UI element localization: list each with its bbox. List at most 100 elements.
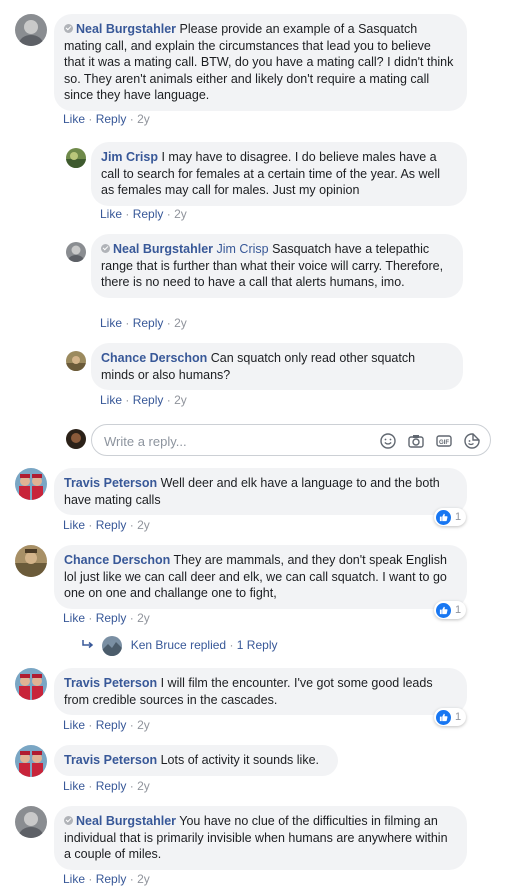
- like-link[interactable]: Like: [100, 393, 122, 407]
- reply-link[interactable]: Reply: [133, 393, 164, 407]
- reaction-number: 1: [455, 511, 462, 523]
- separator: ·: [88, 518, 93, 532]
- comment-author[interactable]: Jim Crisp: [101, 150, 158, 164]
- separator: ·: [129, 611, 134, 625]
- svg-text:GIF: GIF: [439, 440, 449, 446]
- reply-link[interactable]: Reply: [96, 518, 127, 532]
- comment-bubble: Chance Derschon Can squatch only read ot…: [91, 343, 463, 390]
- reply-input[interactable]: [102, 431, 376, 451]
- comment-bubble: Travis Peterson Well deer and elk have a…: [54, 468, 467, 515]
- timestamp[interactable]: 2y: [137, 611, 150, 625]
- separator: ·: [129, 779, 134, 793]
- comment-author[interactable]: Travis Peterson: [64, 753, 157, 767]
- separator: ·: [129, 518, 134, 532]
- comment-bubble: Neal Burgstahler Please provide an examp…: [54, 14, 467, 111]
- comment-author[interactable]: Chance Derschon: [101, 351, 207, 365]
- comment-actions: Like · Reply · 2y: [63, 779, 150, 793]
- comment-author[interactable]: Travis Peterson: [64, 476, 157, 490]
- reply-link[interactable]: Reply: [133, 316, 164, 330]
- reply-link[interactable]: Reply: [96, 718, 127, 732]
- timestamp[interactable]: 2y: [137, 718, 150, 732]
- replied-verb: replied: [190, 638, 227, 653]
- reply-link[interactable]: Reply: [133, 207, 164, 221]
- separator: ·: [88, 611, 93, 625]
- like-link[interactable]: Like: [63, 518, 85, 532]
- like-link[interactable]: Like: [63, 779, 85, 793]
- tagged-user[interactable]: Jim Crisp: [217, 242, 269, 256]
- avatar-ken: [102, 636, 123, 656]
- reaction-count[interactable]: 1: [434, 601, 467, 619]
- separator: ·: [166, 207, 171, 221]
- timestamp[interactable]: 2y: [137, 112, 150, 126]
- reaction-count[interactable]: 1: [434, 708, 467, 726]
- comment-author[interactable]: Travis Peterson: [64, 676, 157, 690]
- comment-bubble: Jim Crisp I may have to disagree. I do b…: [91, 142, 467, 206]
- avatar-travis[interactable]: [15, 468, 47, 500]
- reply-link[interactable]: Reply: [96, 112, 127, 126]
- replied-author[interactable]: Ken Bruce: [131, 638, 187, 652]
- timestamp[interactable]: 2y: [174, 207, 187, 221]
- reply-link[interactable]: Reply: [96, 611, 127, 625]
- avatar-travis[interactable]: [15, 745, 47, 777]
- separator: ·: [229, 638, 234, 653]
- avatar-chance[interactable]: [15, 545, 47, 577]
- timestamp[interactable]: 2y: [137, 779, 150, 793]
- avatar-chance[interactable]: [66, 351, 86, 371]
- reply-link[interactable]: Reply: [96, 779, 127, 793]
- comment-actions: Like · Reply · 2y: [63, 112, 150, 126]
- like-link[interactable]: Like: [63, 112, 85, 126]
- like-reaction-icon: [436, 602, 451, 618]
- like-link[interactable]: Like: [63, 872, 85, 886]
- separator: ·: [129, 112, 134, 126]
- comment-actions: Like · Reply · 2y: [100, 207, 187, 221]
- reply-count[interactable]: 1 Reply: [237, 638, 278, 652]
- separator: ·: [125, 393, 130, 407]
- separator: ·: [129, 872, 134, 886]
- like-link[interactable]: Like: [100, 207, 122, 221]
- comment-bubble: Chance Derschon They are mammals, and th…: [54, 545, 467, 609]
- comment-bubble: Neal Burgstahler You have no clue of the…: [54, 806, 467, 870]
- comment-author[interactable]: Neal Burgstahler: [76, 22, 176, 36]
- separator: ·: [166, 393, 171, 407]
- comment-text: Lots of activity it sounds like.: [160, 753, 319, 767]
- reaction-count[interactable]: 1: [434, 508, 467, 526]
- separator: ·: [88, 718, 93, 732]
- comment-actions: Like · Reply · 2y: [63, 611, 150, 625]
- separator: ·: [129, 718, 134, 732]
- comment-actions: Like · Reply · 2y: [63, 518, 150, 532]
- verified-badge-icon: [64, 816, 73, 825]
- comment-actions: Like · Reply · 2y: [100, 316, 187, 330]
- avatar-travis[interactable]: [15, 668, 47, 700]
- like-link[interactable]: Like: [63, 718, 85, 732]
- comment-author[interactable]: Neal Burgstahler: [76, 814, 176, 828]
- verified-badge-icon: [64, 24, 73, 33]
- like-reaction-icon: [436, 509, 451, 525]
- gif-icon[interactable]: GIF: [435, 432, 453, 450]
- reaction-number: 1: [455, 711, 462, 723]
- avatar-neal[interactable]: [15, 806, 47, 838]
- comment-author[interactable]: Chance Derschon: [64, 553, 170, 567]
- sticker-icon[interactable]: [463, 432, 481, 450]
- avatar-jim[interactable]: [66, 148, 86, 168]
- timestamp[interactable]: 2y: [137, 518, 150, 532]
- camera-icon[interactable]: [407, 432, 425, 450]
- reply-composer[interactable]: GIF: [91, 424, 491, 456]
- avatar-neal[interactable]: [15, 14, 47, 46]
- reply-link[interactable]: Reply: [96, 872, 127, 886]
- emoji-icon[interactable]: [379, 432, 397, 450]
- timestamp[interactable]: 2y: [174, 316, 187, 330]
- collapsed-replies[interactable]: Ken Bruce replied · 1 Reply: [82, 636, 277, 656]
- avatar-current-user: [66, 429, 86, 449]
- reply-arrow-icon: [82, 639, 94, 653]
- reaction-number: 1: [455, 604, 462, 616]
- like-link[interactable]: Like: [63, 611, 85, 625]
- timestamp[interactable]: 2y: [137, 872, 150, 886]
- timestamp[interactable]: 2y: [174, 393, 187, 407]
- like-link[interactable]: Like: [100, 316, 122, 330]
- comment-bubble: Travis Peterson I will film the encounte…: [54, 668, 467, 715]
- verified-badge-icon: [101, 244, 110, 253]
- comment-author[interactable]: Neal Burgstahler: [113, 242, 213, 256]
- comment-bubble: Neal Burgstahler Jim Crisp Sasquatch hav…: [91, 234, 463, 298]
- avatar-neal[interactable]: [66, 242, 86, 262]
- comment-actions: Like · Reply · 2y: [63, 718, 150, 732]
